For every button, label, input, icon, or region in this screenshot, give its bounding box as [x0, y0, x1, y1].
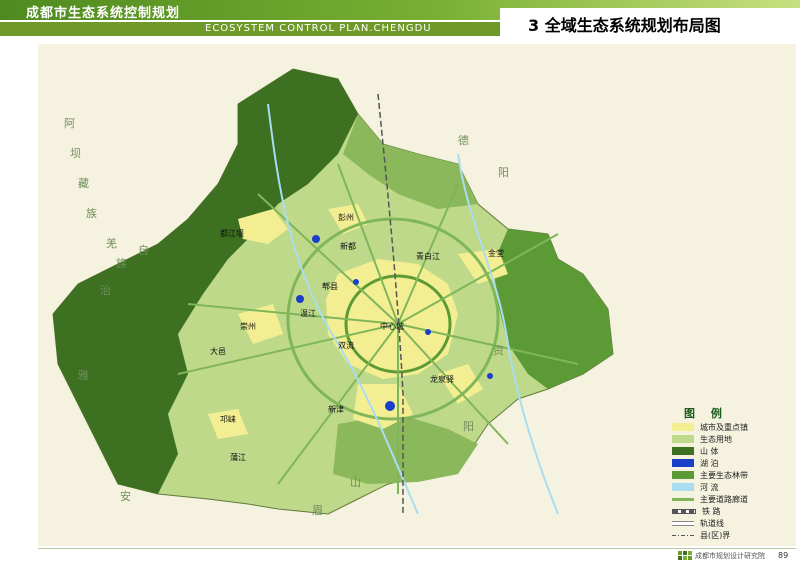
legend-item: 湖 泊 [672, 457, 792, 469]
legend-label: 主要道路廊道 [700, 494, 748, 504]
lake [425, 329, 431, 335]
legend-swatch [672, 459, 694, 467]
map-title-box: 3 全域生态系统规划布局图 [500, 8, 800, 38]
legend-swatch [672, 508, 696, 514]
place-label: 彭州 [338, 212, 354, 222]
legend-title: 图 例 [684, 407, 728, 420]
page-number: 89 [778, 551, 789, 560]
place-label: 崇州 [240, 322, 256, 331]
surrounding-label: 族 [86, 206, 97, 220]
surrounding-label: 德 [458, 133, 469, 147]
legend-item: 主要道路廊道 [672, 493, 792, 505]
legend-label: 县(区)界 [700, 530, 731, 540]
lake [385, 401, 395, 411]
surrounding-label: 阳 [498, 166, 509, 179]
place-label: 郫县 [322, 281, 338, 291]
legend-item: 城市及重点镇 [672, 421, 792, 433]
lake [353, 279, 359, 285]
page-footer: 成都市规划设计研究院 89 [0, 548, 800, 566]
surrounding-label: 自 [138, 244, 149, 257]
place-label: 龙泉驿 [430, 374, 454, 384]
legend-label: 湖 泊 [700, 458, 719, 468]
legend-label: 河 流 [700, 482, 719, 492]
legend-swatch [672, 471, 694, 479]
institute-name: 成都市规划设计研究院 [695, 552, 765, 560]
legend-item: 铁 路 [672, 505, 792, 517]
place-label: 新津 [328, 404, 344, 414]
place-label: 温江 [300, 309, 316, 318]
surrounding-label: 藏 [78, 177, 89, 190]
surrounding-label: 族 [116, 256, 127, 270]
map-title: 3 全域生态系统规划布局图 [528, 16, 721, 35]
english-title: ECOSYSTEM CONTROL PLAN.CHENGDU [205, 23, 432, 34]
legend-swatch [672, 520, 694, 526]
map-legend: 图 例 城市及重点镇 生态用地 山 体 湖 泊 主要生态林带 河 流 主要道路廊… [672, 405, 792, 565]
legend-item: 山 体 [672, 445, 792, 457]
legend-item: 生态用地 [672, 433, 792, 445]
place-label: 金堂 [488, 248, 504, 258]
surrounding-label: 阳 [463, 420, 474, 433]
place-label: 邛崃 [220, 414, 236, 424]
place-label: 青白江 [416, 251, 440, 261]
legend-label: 生态用地 [700, 434, 732, 444]
surrounding-label: 治 [100, 283, 111, 297]
footer-divider [38, 548, 796, 549]
surrounding-label: 羌 [106, 237, 117, 250]
surrounding-label: 山 [350, 476, 361, 489]
header-english-band: ECOSYSTEM CONTROL PLAN.CHENGDU [0, 22, 500, 36]
legend-label: 城市及重点镇 [700, 422, 748, 432]
legend-label: 轨道线 [700, 518, 724, 528]
legend-item: 轨道线 [672, 517, 792, 529]
legend-label: 主要生态林带 [700, 470, 748, 480]
lake [312, 235, 320, 243]
surrounding-label: 眉 [312, 504, 323, 517]
surrounding-label: 阿 [64, 117, 75, 130]
place-label: 新都 [340, 241, 356, 251]
legend-swatch [672, 435, 694, 443]
legend-item: 河 流 [672, 481, 792, 493]
surrounding-label: 坝 [70, 146, 81, 160]
lake [487, 373, 493, 379]
place-label: 蒲江 [230, 452, 246, 462]
place-label: 都江堰 [220, 228, 244, 238]
legend-label: 山 体 [700, 446, 719, 456]
surrounding-label: 雅 [78, 368, 89, 382]
legend-swatch [672, 497, 694, 501]
legend-item: 主要生态林带 [672, 469, 792, 481]
surrounding-label: 安 [120, 489, 131, 503]
legend-label: 铁 路 [702, 506, 721, 516]
place-label: 大邑 [210, 346, 226, 356]
legend-swatch [672, 423, 694, 431]
institute-logo-icon [678, 551, 692, 560]
place-label: 中心城 [380, 321, 404, 331]
surrounding-label: 资 [493, 344, 504, 357]
legend-swatch [672, 447, 694, 455]
lake [296, 295, 304, 303]
legend-swatch [672, 483, 694, 491]
document-title: 成都市生态系统控制规划 [26, 6, 181, 21]
legend-item: 县(区)界 [672, 529, 792, 541]
place-label: 双流 [338, 340, 354, 350]
legend-swatch [672, 534, 694, 536]
